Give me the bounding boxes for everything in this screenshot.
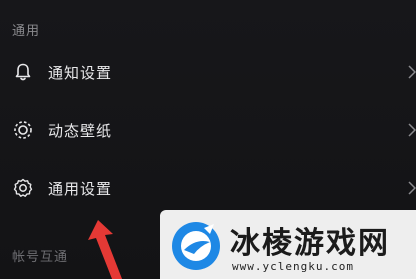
watermark-url: www.yclengku.com — [232, 260, 354, 273]
settings-item-general[interactable]: 通用设置 — [0, 160, 416, 216]
section-header-account: 帐号互通 — [12, 250, 69, 265]
wallpaper-icon — [12, 119, 34, 141]
settings-item-label: 动态壁纸 — [48, 121, 113, 140]
settings-item-label: 通知设置 — [48, 63, 113, 82]
section-header-general: 通用 — [12, 24, 41, 39]
watermark-title: 冰棱游戏网 — [230, 226, 390, 261]
settings-item-notification[interactable]: 通知设置 — [0, 44, 416, 100]
bell-icon — [12, 61, 34, 83]
gear-icon — [12, 177, 34, 199]
red-arrow-annotation — [88, 220, 123, 279]
settings-screen: 通用 通知设置 动态壁纸 通用设置 帐号互通 冰棱游戏网 www.yclengk… — [0, 0, 416, 279]
watermark-logo-icon — [172, 222, 220, 270]
settings-item-label: 通用设置 — [48, 179, 113, 198]
chevron-right-icon — [408, 65, 416, 79]
settings-item-wallpaper[interactable]: 动态壁纸 — [0, 102, 416, 158]
watermark: 冰棱游戏网 www.yclengku.com — [160, 210, 416, 279]
chevron-right-icon — [408, 181, 416, 195]
chevron-right-icon — [408, 123, 416, 137]
